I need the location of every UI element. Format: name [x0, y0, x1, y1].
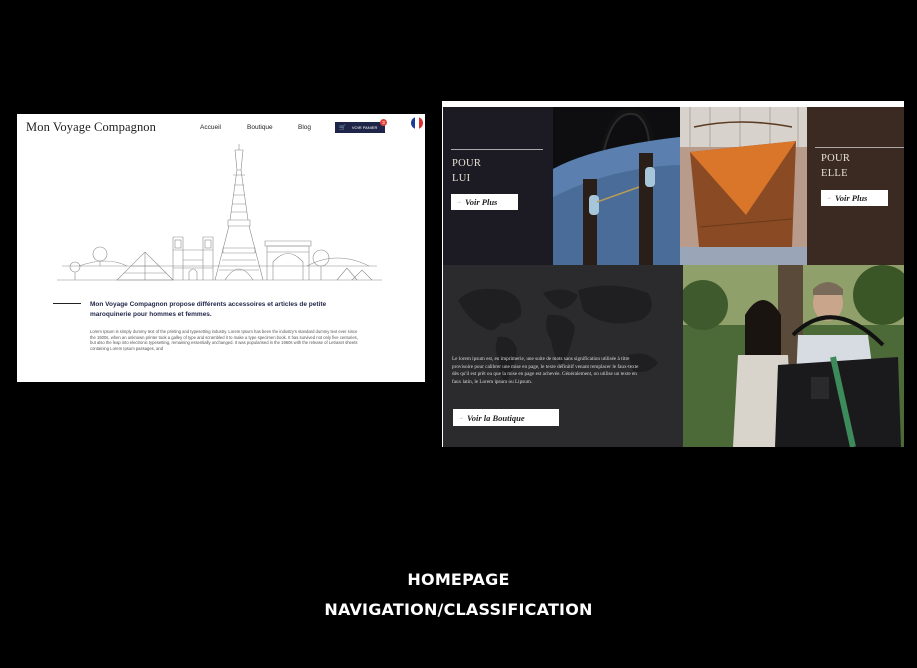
lui-title-line2: LUI — [452, 173, 471, 184]
elle-title-line2: ELLE — [821, 168, 848, 179]
couple-lifestyle-photo — [683, 265, 904, 447]
voir-plus-elle-label: Voir Plus — [835, 193, 868, 203]
lui-title-line1: POUR — [452, 158, 482, 169]
paris-skyline-illustration — [57, 144, 382, 281]
boutique-tile[interactable]: Le lorem ipsum est, en imprimerie, une s… — [443, 265, 683, 447]
classification-grid-mockup: POUR LUI → Voir Plus POUR ELLE → Voir Pl… — [442, 101, 904, 447]
caption-navigation-classification: NAVIGATION/CLASSIFICATION — [324, 600, 593, 619]
category-tile-lui[interactable]: POUR LUI → Voir Plus — [443, 107, 553, 265]
intro-paragraph: Lorem Ipsum is simply dummy text of the … — [90, 329, 358, 351]
nav-link-blog[interactable]: Blog — [298, 124, 311, 131]
arrow-right-icon: → — [458, 414, 464, 421]
lui-divider — [451, 149, 543, 150]
elle-title-line1: POUR — [821, 153, 851, 164]
intro-divider — [53, 303, 81, 304]
france-flag-icon[interactable] — [411, 117, 423, 129]
caption-homepage: HOMEPAGE — [407, 570, 510, 589]
site-logo-text[interactable]: Mon Voyage Compagnon — [26, 120, 156, 135]
arrow-right-icon: → — [456, 199, 462, 205]
view-cart-button[interactable]: 🛒 VOIR PANIER — [335, 122, 385, 133]
homepage-mockup: Mon Voyage Compagnon Accueil Boutique Bl… — [17, 114, 425, 382]
nav-link-accueil[interactable]: Accueil — [200, 124, 221, 131]
voir-boutique-button[interactable]: → Voir la Boutique — [453, 409, 559, 426]
cart-icon: 🛒 — [339, 124, 346, 131]
category-tile-elle[interactable]: POUR ELLE → Voir Plus — [807, 107, 904, 265]
men-bag-photo — [553, 107, 680, 265]
voir-boutique-label: Voir la Boutique — [467, 412, 525, 423]
view-cart-label: VOIR PANIER — [351, 125, 378, 130]
boutique-description: Le lorem ipsum est, en imprimerie, une s… — [452, 356, 639, 385]
nav-link-boutique[interactable]: Boutique — [247, 124, 273, 131]
voir-plus-lui-label: Voir Plus — [465, 197, 498, 207]
arrow-right-icon: → — [826, 195, 832, 201]
voir-plus-lui-button[interactable]: → Voir Plus — [451, 194, 518, 210]
intro-heading: Mon Voyage Compagnon propose différents … — [90, 301, 327, 318]
women-bag-photo — [680, 107, 807, 265]
voir-plus-elle-button[interactable]: → Voir Plus — [821, 190, 888, 206]
elle-divider — [815, 147, 904, 148]
cart-count-badge: 3 — [380, 119, 387, 126]
